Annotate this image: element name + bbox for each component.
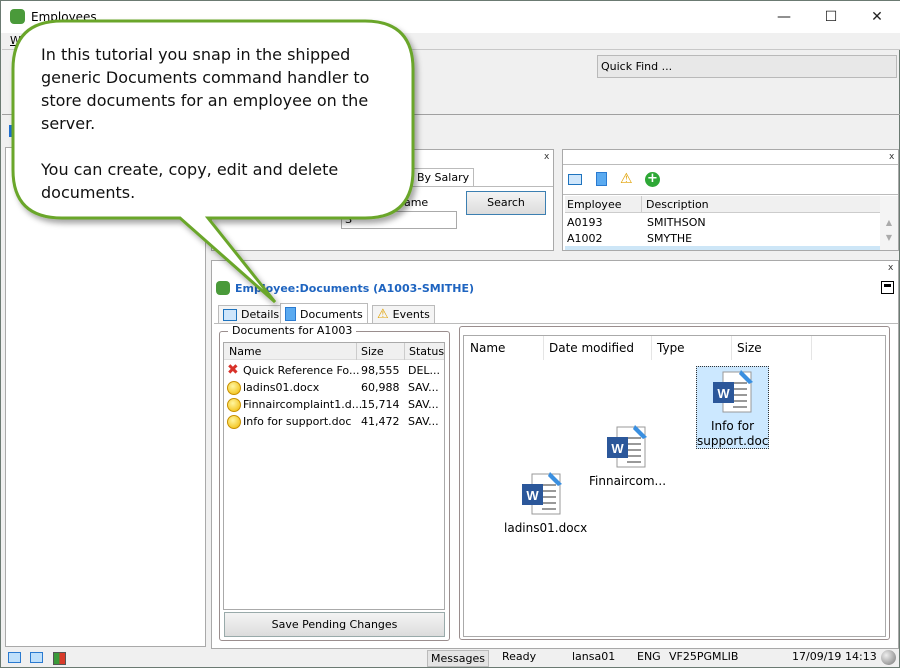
callout-line: generic Documents command handler to <box>41 68 370 87</box>
callout-line: server. <box>41 114 96 133</box>
callout-line: In this tutorial you snap in the shipped <box>41 45 351 64</box>
callout-line: You can create, copy, edit and delete <box>41 160 339 179</box>
callout-text: In this tutorial you snap in the shipped… <box>41 43 401 204</box>
callout-line: store documents for an employee on the <box>41 91 369 110</box>
callout-line: documents. <box>41 183 136 202</box>
